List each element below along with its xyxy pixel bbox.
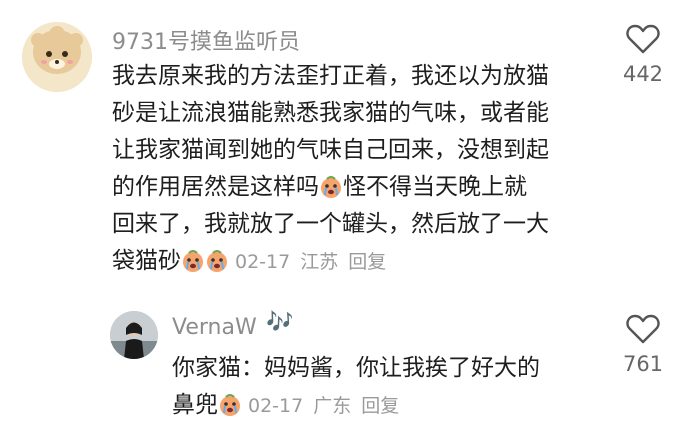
heart-icon[interactable] <box>626 314 660 344</box>
crying-face-emoji-icon <box>181 248 205 272</box>
comment-line-text: 袋猫砂 <box>112 248 181 274</box>
replier-avatar[interactable] <box>110 311 158 359</box>
reply-button[interactable]: 回复 <box>361 395 399 417</box>
comment-line: 回来了，我就放了一个罐头，然后放了一大 <box>112 211 549 237</box>
commenter-username[interactable]: 9731号摸鱼监听员 <box>112 24 300 56</box>
reply-button[interactable]: 回复 <box>348 251 386 273</box>
comment-body: 我去原来我的方法歪打正着，我还以为放猫 砂是让流浪猫能熟悉我家猫的气味，或者能 … <box>112 58 602 281</box>
comment-last-line: 袋猫砂 02-17 江苏 回复 <box>112 243 602 281</box>
reply-line: 你家猫：妈妈酱，你让我挨了好大的 <box>172 355 540 381</box>
dog-cartoon-icon <box>22 22 92 92</box>
comment-line-with-emoji: 的作用居然是这样吗 怪不得当天晚上就 <box>112 169 602 206</box>
comment-location: 江苏 <box>300 251 339 273</box>
commenter-avatar[interactable] <box>22 22 92 92</box>
crying-face-emoji-icon <box>205 248 229 272</box>
replier-username[interactable]: VernaW <box>172 315 257 340</box>
reply-like: 761 <box>613 314 673 376</box>
comment-line: 我去原来我的方法歪打正着，我还以为放猫 <box>112 63 549 89</box>
music-notes-icon: 🎶 <box>266 310 294 335</box>
like-count: 761 <box>622 352 664 376</box>
comment-line: 让我家猫闻到她的气味自己回来，没想到起 <box>112 137 549 163</box>
comment-meta: 02-17 江苏 回复 <box>235 251 396 273</box>
reply-last-line: 鼻兜 02-17 广东 回复 <box>172 387 612 425</box>
reply-meta: 02-17 广东 回复 <box>248 395 409 417</box>
like-count: 442 <box>622 62 664 86</box>
comment-line-text: 的作用居然是这样吗 <box>112 174 319 200</box>
crying-face-emoji-icon <box>319 174 343 198</box>
reply-body: 你家猫：妈妈酱，你让我挨了好大的 鼻兜 02-17 广东 回复 <box>172 350 612 425</box>
person-photo-icon <box>110 311 158 359</box>
reply-line-text: 鼻兜 <box>172 392 218 418</box>
reply-location: 广东 <box>313 395 352 417</box>
comment-date: 02-17 <box>235 251 291 273</box>
crying-face-emoji-icon <box>218 392 242 416</box>
heart-icon[interactable] <box>626 24 660 54</box>
comment-line-text: 怪不得当天晚上就 <box>343 174 527 200</box>
comment-like: 442 <box>613 24 673 86</box>
comment-line: 砂是让流浪猫能熟悉我家猫的气味，或者能 <box>112 100 549 126</box>
reply-date: 02-17 <box>248 395 304 417</box>
